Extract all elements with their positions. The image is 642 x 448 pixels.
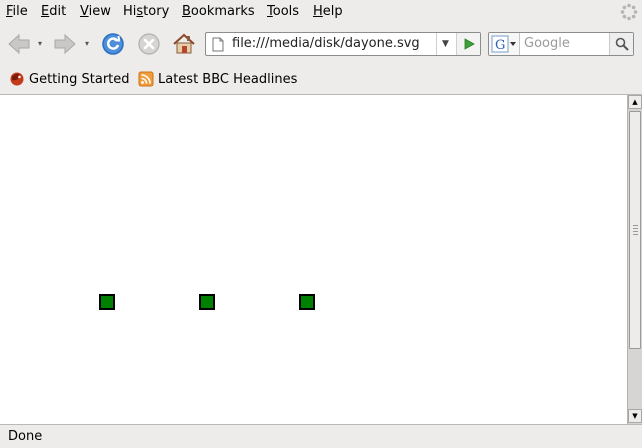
green-square <box>99 294 115 310</box>
search-button[interactable] <box>609 33 633 55</box>
menu-tools[interactable]: Tools <box>267 4 299 19</box>
scroll-down-button[interactable]: ▼ <box>628 409 642 423</box>
page-content <box>0 95 627 424</box>
go-button[interactable] <box>456 33 480 55</box>
forward-button[interactable] <box>50 29 80 59</box>
reload-button[interactable] <box>99 29 127 59</box>
rss-feed-icon <box>138 71 154 87</box>
magnifier-icon <box>615 37 629 51</box>
reload-icon <box>102 33 124 55</box>
stop-icon <box>138 33 160 55</box>
back-arrow-icon <box>8 33 30 55</box>
search-engine-selector[interactable]: G <box>489 33 520 55</box>
arrow-down-icon: ▼ <box>632 412 638 420</box>
stop-button[interactable] <box>135 29 163 59</box>
svg-text:G: G <box>495 38 505 53</box>
green-square <box>299 294 315 310</box>
vertical-scrollbar[interactable]: ▲ ▼ <box>627 95 642 424</box>
menu-help[interactable]: Help <box>313 4 343 19</box>
scroll-up-button[interactable]: ▲ <box>628 95 642 109</box>
url-bar[interactable]: file:///media/disk/dayone.svg ▼ <box>205 32 481 56</box>
grip-icon <box>633 225 638 237</box>
menu-view[interactable]: View <box>80 4 111 19</box>
home-icon <box>173 33 195 54</box>
bookmark-label: Getting Started <box>29 71 130 87</box>
scrollbar-thumb[interactable] <box>629 111 641 349</box>
page-icon <box>212 37 224 52</box>
bookmarks-toolbar: Getting Started Latest BBC Headlines <box>0 63 642 95</box>
menu-file[interactable]: File <box>6 4 28 19</box>
menu-history[interactable]: History <box>123 4 169 19</box>
home-button[interactable] <box>170 29 198 59</box>
status-text: Done <box>8 429 43 444</box>
navigation-toolbar: ▾ ▾ file:///media/disk/dayone.svg ▼ G Go… <box>0 25 642 63</box>
bookmark-getting-started[interactable]: Getting Started <box>9 71 130 87</box>
green-square <box>199 294 215 310</box>
forward-arrow-icon <box>54 33 76 55</box>
url-history-dropdown[interactable]: ▼ <box>436 33 454 55</box>
url-text[interactable]: file:///media/disk/dayone.svg <box>232 36 420 51</box>
menu-bar: File Edit View History Bookmarks Tools H… <box>0 0 642 25</box>
activity-throbber-icon <box>620 3 638 21</box>
google-g-icon: G <box>491 35 516 53</box>
firefox-icon <box>10 72 24 86</box>
bookmark-bbc-headlines[interactable]: Latest BBC Headlines <box>138 71 297 87</box>
arrow-up-icon: ▲ <box>632 98 638 106</box>
forward-history-dropdown[interactable]: ▾ <box>85 39 93 49</box>
status-bar: Done <box>0 424 642 448</box>
go-arrow-icon <box>464 38 475 50</box>
search-input[interactable]: Google <box>524 36 608 51</box>
bookmark-label: Latest BBC Headlines <box>158 71 298 87</box>
chevron-down-icon: ▼ <box>442 39 449 49</box>
back-button[interactable] <box>4 29 34 59</box>
search-box[interactable]: G Google <box>488 32 634 56</box>
menu-bookmarks[interactable]: Bookmarks <box>182 4 255 19</box>
back-history-dropdown[interactable]: ▾ <box>38 39 46 49</box>
menu-edit[interactable]: Edit <box>41 4 66 19</box>
